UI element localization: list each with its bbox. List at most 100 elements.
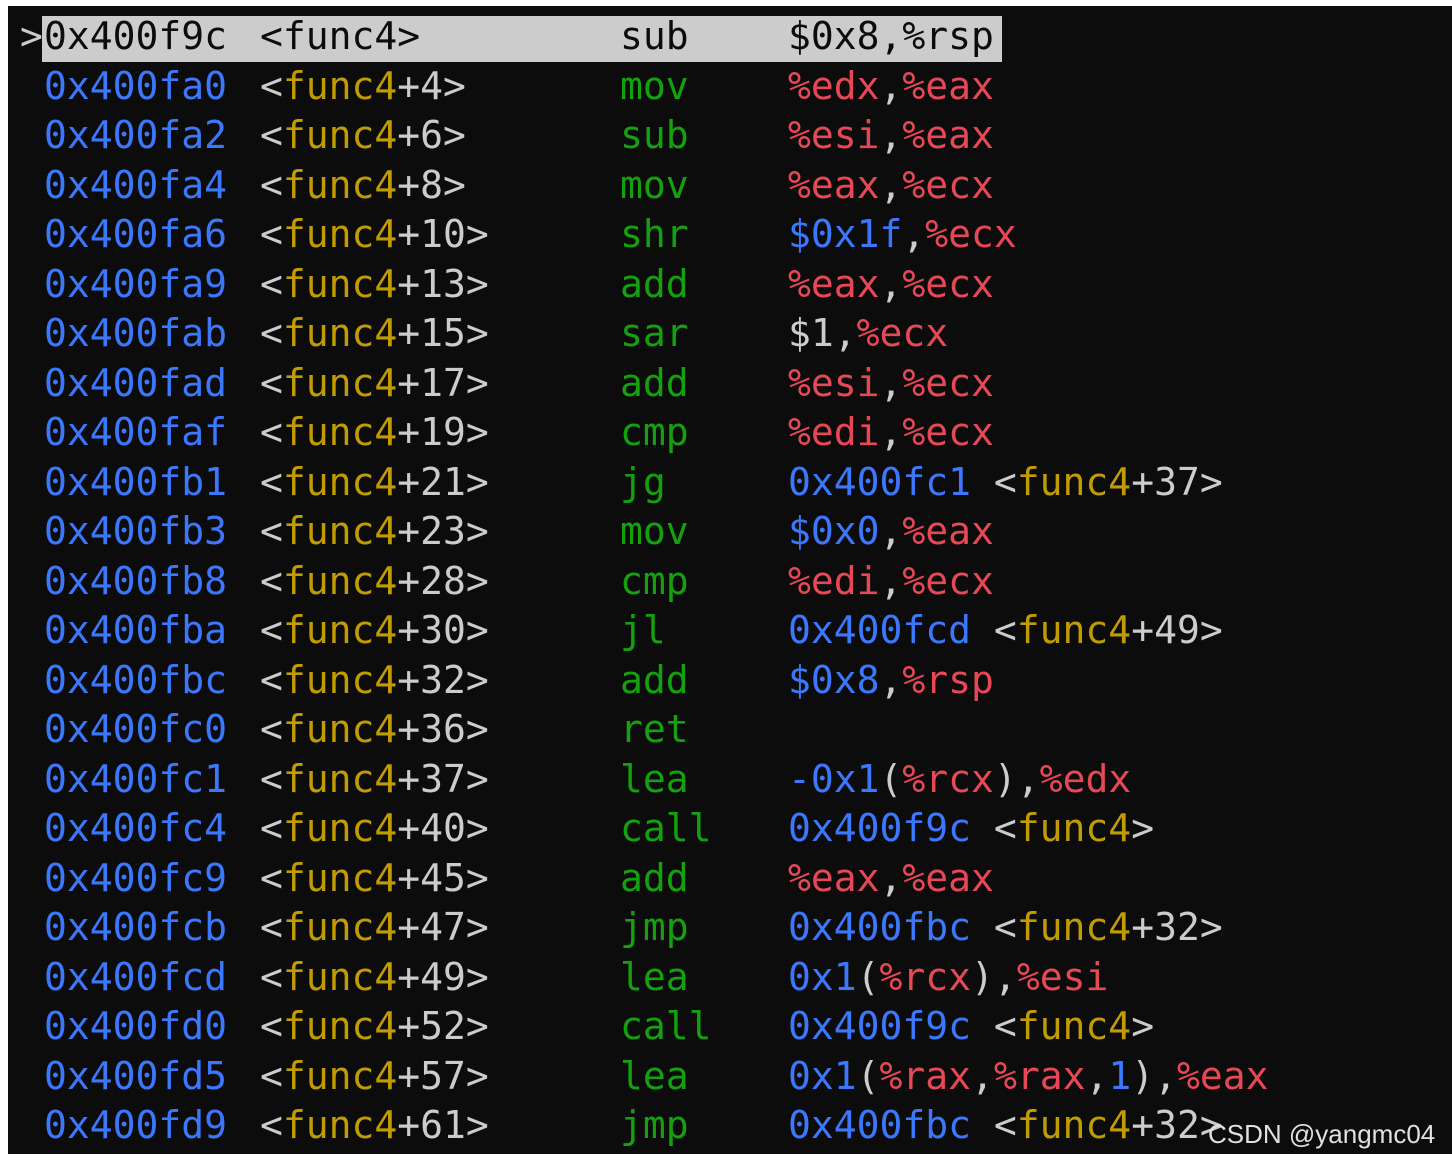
symbol-open-bracket: < — [260, 1103, 283, 1147]
symbol-offset: +28 — [397, 558, 466, 603]
operand-punctuation: +49> — [1131, 608, 1223, 652]
symbol-name: func4 — [282, 459, 398, 504]
address: 0x400f9c — [44, 12, 227, 62]
symbol-label: <func4+19> — [260, 408, 489, 458]
symbol-name: func4 — [282, 1103, 398, 1147]
instruction-row[interactable]: 0x400fb8 <func4+28> cmp %edi,%ecx — [8, 557, 1452, 607]
operand-register: %eax — [788, 855, 880, 900]
address: 0x400fc0 — [44, 705, 227, 755]
operand-register: %rax — [879, 1053, 972, 1098]
instruction-row[interactable]: 0x400fcd <func4+49> lea 0x1(%rcx),%esi — [8, 953, 1452, 1003]
symbol-open-bracket: < — [260, 905, 283, 949]
address-text: 0x400fb8 — [44, 558, 228, 603]
symbol-close-bracket: > — [465, 707, 489, 751]
operand-punctuation: < — [971, 905, 1017, 949]
operand-punctuation: $1 — [788, 311, 834, 355]
mnemonic: add — [620, 359, 689, 409]
address: 0x400fa4 — [44, 161, 227, 211]
symbol-open-bracket: < — [260, 1053, 283, 1098]
instruction-row[interactable]: 0x400fd0 <func4+52> call 0x400f9c <func4> — [8, 1002, 1452, 1052]
address-text: 0x400fb3 — [44, 509, 228, 553]
operand-punctuation: ), — [971, 954, 1017, 999]
instruction-row[interactable]: 0x400fc0 <func4+36> ret — [8, 705, 1452, 755]
operand-register: %ecx — [902, 360, 994, 405]
instruction-row[interactable]: 0x400fa2 <func4+6> sub %esi,%eax — [8, 111, 1452, 161]
mnemonic-text: mov — [620, 509, 689, 553]
operands: $0x8,%rsp — [788, 656, 994, 706]
symbol-offset: +10 — [397, 212, 466, 256]
selected-instruction-row[interactable]: >0x400f9c <func4> sub $0x8,%rsp — [8, 12, 1452, 62]
operand-immediate: $0x8 — [788, 14, 880, 58]
operand-register: %edi — [788, 558, 880, 603]
symbol-label: <func4+32> — [260, 656, 489, 706]
symbol-label: <func4+47> — [260, 903, 489, 953]
operand-punctuation: ( — [879, 756, 903, 801]
instruction-row[interactable]: 0x400fa4 <func4+8> mov %eax,%ecx — [8, 161, 1452, 211]
address-text: 0x400fba — [44, 608, 228, 652]
mnemonic: mov — [620, 161, 689, 211]
instruction-row[interactable]: 0x400fad <func4+17> add %esi,%ecx — [8, 359, 1452, 409]
instruction-row[interactable]: 0x400fab <func4+15> sar $1,%ecx — [8, 309, 1452, 359]
operands: $1,%ecx — [788, 309, 948, 359]
operands: %edi,%ecx — [788, 408, 994, 458]
address: 0x400fd0 — [44, 1002, 227, 1052]
mnemonic-text: sub — [620, 14, 689, 58]
symbol-name: func4 — [282, 509, 398, 553]
symbol-offset: +15 — [397, 311, 466, 355]
mnemonic-text: ret — [620, 707, 689, 751]
symbol-close-bracket: > — [465, 608, 489, 652]
instruction-row[interactable]: 0x400fa9 <func4+13> add %eax,%ecx — [8, 260, 1452, 310]
symbol-name: func4 — [282, 558, 398, 603]
operand-register: %rsp — [902, 657, 994, 702]
operand-punctuation: , — [879, 657, 903, 702]
instruction-row[interactable]: 0x400fbc <func4+32> add $0x8,%rsp — [8, 656, 1452, 706]
symbol-open-bracket: < — [260, 855, 283, 900]
address: 0x400fab — [44, 309, 227, 359]
operands: %edi,%ecx — [788, 557, 994, 607]
instruction-row[interactable]: 0x400fb1 <func4+21> jg 0x400fc1 <func4+37> — [8, 458, 1452, 508]
operand-punctuation: ( — [856, 954, 880, 999]
instruction-row[interactable]: 0x400fc1 <func4+37> lea -0x1(%rcx),%edx — [8, 755, 1452, 805]
operands: -0x1(%rcx),%edx — [788, 755, 1131, 805]
address: 0x400fc4 — [44, 804, 227, 854]
instruction-row[interactable]: 0x400fba <func4+30> jl 0x400fcd <func4+49> — [8, 606, 1452, 656]
operand-symbol: func4 — [1016, 608, 1132, 652]
operand-punctuation: > — [1131, 1004, 1155, 1048]
instruction-row[interactable]: 0x400fb3 <func4+23> mov $0x0,%eax — [8, 507, 1452, 557]
operand-punctuation: < — [971, 1004, 1017, 1048]
operand-punctuation: ( — [856, 1053, 880, 1098]
operand-punctuation: +32> — [1131, 905, 1223, 949]
mnemonic: mov — [620, 507, 689, 557]
symbol-offset: +4 — [397, 63, 444, 108]
mnemonic: shr — [620, 210, 689, 260]
instruction-row[interactable]: 0x400fc9 <func4+45> add %eax,%eax — [8, 854, 1452, 904]
address-text: 0x400fd5 — [44, 1053, 228, 1098]
address-text: 0x400fa0 — [44, 63, 228, 108]
mnemonic: sub — [620, 111, 689, 161]
operand-register: %esi — [788, 360, 880, 405]
instruction-row[interactable]: 0x400fa6 <func4+10> shr $0x1f,%ecx — [8, 210, 1452, 260]
symbol-label: <func4+4> — [260, 62, 466, 112]
instruction-row[interactable]: 0x400fd5 <func4+57> lea 0x1(%rax,%rax,1),%e… — [8, 1052, 1452, 1102]
instruction-row[interactable]: 0x400fa0 <func4+4> mov %edx,%eax — [8, 62, 1452, 112]
symbol-label: <func4+45> — [260, 854, 489, 904]
operand-register: %eax — [788, 261, 880, 306]
operand-register: %rsp — [902, 14, 994, 58]
instruction-row[interactable]: 0x400faf <func4+19> cmp %edi,%ecx — [8, 408, 1452, 458]
symbol-offset: +19 — [397, 410, 466, 454]
symbol-offset: +57 — [397, 1053, 466, 1098]
operand-immediate: 0x400f9c — [788, 1004, 972, 1048]
symbol-offset: +45 — [397, 855, 466, 900]
symbol-close-bracket: > — [465, 905, 489, 949]
operand-punctuation: , — [902, 212, 926, 256]
operand-register: %edi — [788, 410, 880, 454]
symbol-label: <func4+30> — [260, 606, 489, 656]
instruction-row[interactable]: 0x400fc4 <func4+40> call 0x400f9c <func4> — [8, 804, 1452, 854]
mnemonic-text: cmp — [620, 410, 689, 454]
instruction-row[interactable]: 0x400fcb <func4+47> jmp 0x400fbc <func4+32> — [8, 903, 1452, 953]
symbol-open-bracket: < — [260, 459, 283, 504]
operand-immediate: $0x8 — [788, 657, 880, 702]
address-text: 0x400fb1 — [44, 459, 228, 504]
mnemonic: cmp — [620, 408, 689, 458]
mnemonic: jmp — [620, 903, 689, 953]
